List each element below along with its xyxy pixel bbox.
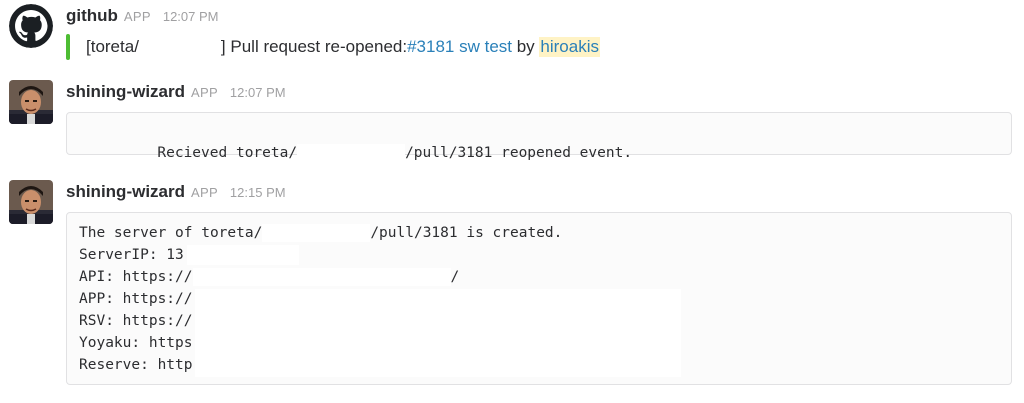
pr-attachment: [toreta/ ] Pull request re-opened: #3181… (66, 34, 600, 60)
sender-name[interactable]: github (66, 6, 118, 26)
github-octocat-icon[interactable] (9, 4, 53, 48)
message-header: github APP 12:07 PM (66, 6, 219, 28)
timestamp[interactable]: 12:07 PM (163, 9, 219, 24)
sender-name[interactable]: shining-wizard (66, 82, 185, 102)
code-line: API: https:/// (79, 268, 460, 286)
user-avatar-icon[interactable] (9, 80, 53, 124)
redaction-overlay (195, 289, 681, 377)
code-line: Reserve: http (79, 357, 193, 373)
attachment-text: ] Pull request re-opened: (220, 37, 408, 56)
app-badge: APP (123, 9, 151, 24)
code-line: Recieved toreta//pull/3181 reopened even… (157, 144, 633, 162)
code-line: The server of toreta//pull/3181 is creat… (79, 224, 563, 242)
code-block: The server of toreta//pull/3181 is creat… (66, 212, 1012, 385)
redacted-text (262, 224, 371, 242)
redacted-text (297, 144, 406, 162)
code-line: Yoyaku: https (79, 335, 193, 351)
timestamp[interactable]: 12:07 PM (230, 85, 286, 100)
redaction-overlay (187, 245, 299, 265)
user-avatar-icon[interactable] (9, 180, 53, 224)
pr-link[interactable]: #3181 sw test (407, 37, 512, 57)
user-mention[interactable]: hiroakis (539, 37, 600, 57)
code-line: APP: https:// (79, 291, 193, 307)
attachment-prefix: [toreta/ (86, 37, 139, 56)
code-block: Recieved toreta//pull/3181 reopened even… (66, 112, 1012, 162)
attachment-by: by (512, 37, 540, 56)
redacted-text (138, 37, 221, 57)
attachment-color-bar (66, 34, 70, 60)
code-line: ServerIP: 13. (79, 247, 193, 263)
sender-name[interactable]: shining-wizard (66, 182, 185, 202)
app-badge: APP (191, 85, 218, 100)
redacted-text (192, 268, 451, 286)
message-header: shining-wizard APP 12:15 PM (66, 182, 286, 204)
timestamp[interactable]: 12:15 PM (230, 185, 286, 200)
app-badge: APP (191, 185, 218, 200)
message-header: shining-wizard APP 12:07 PM (66, 82, 286, 104)
code-line: RSV: https:// (79, 313, 193, 329)
